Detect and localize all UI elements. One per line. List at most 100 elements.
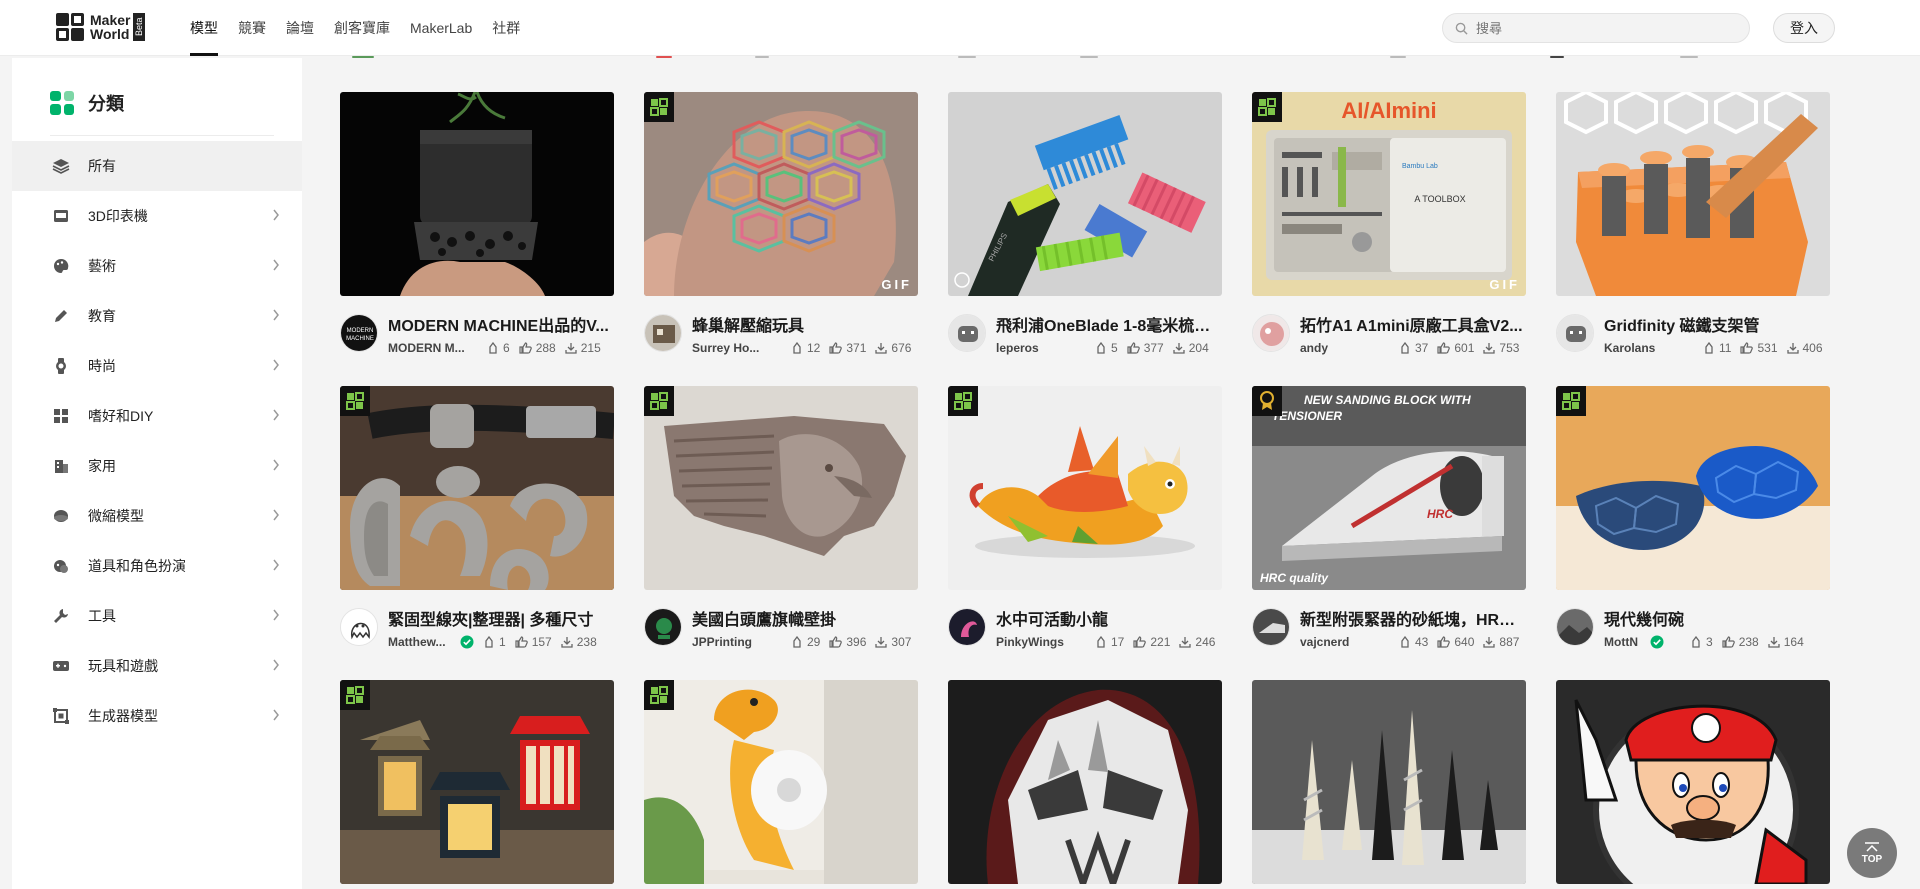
sidebar-item-toys-games[interactable]: 玩具和遊戲	[12, 641, 302, 691]
model-card[interactable]: PHILIPS 飛利浦OneBlade 1-8毫米梳子... leperos 5…	[948, 92, 1222, 356]
model-card[interactable]: 現代幾何碗 MottN 3 238 164	[1556, 386, 1830, 650]
model-thumbnail[interactable]: AI/AImini Bambu Lab A TOOLBOX GIF	[1252, 92, 1526, 296]
author-avatar[interactable]	[1252, 314, 1290, 352]
eagle-flag-image	[644, 386, 918, 590]
author-avatar[interactable]: MODERN MACHINE	[340, 314, 378, 352]
author-name[interactable]: leperos	[996, 341, 1086, 355]
author-avatar[interactable]	[1252, 608, 1290, 646]
model-title[interactable]: 現代幾何碗	[1604, 606, 1830, 630]
sanding-heading: NEW SANDING BLOCK WITH	[1304, 393, 1471, 407]
author-avatar[interactable]	[948, 314, 986, 352]
model-thumbnail[interactable]	[1556, 680, 1830, 884]
search-input[interactable]	[1476, 20, 1726, 36]
author-avatar[interactable]	[644, 314, 682, 352]
sidebar-item-art[interactable]: 藝術	[12, 241, 302, 291]
sidebar-item-fashion[interactable]: 時尚	[12, 341, 302, 391]
geometric-bowl-image	[1556, 386, 1830, 590]
login-button[interactable]: 登入	[1773, 13, 1835, 43]
nav-maker-treasury[interactable]: 創客寶庫	[334, 0, 390, 56]
sidebar-item-household[interactable]: 家用	[12, 441, 302, 491]
model-card[interactable]	[1556, 680, 1830, 884]
model-thumbnail[interactable]	[340, 92, 614, 296]
author-avatar[interactable]	[948, 608, 986, 646]
model-title[interactable]: 拓竹A1 A1mini原廠工具盒V2...	[1300, 312, 1526, 336]
author-avatar[interactable]	[1556, 608, 1594, 646]
like-count[interactable]: 601	[1437, 341, 1474, 355]
model-thumbnail[interactable]	[948, 680, 1222, 884]
print-count-value: 43	[1415, 635, 1429, 649]
author-name[interactable]: JPPrinting	[692, 635, 782, 649]
model-thumbnail[interactable]	[644, 680, 918, 884]
model-card[interactable]	[948, 680, 1222, 884]
model-card[interactable]: NEW SANDING BLOCK WITH TENSIONER HRC HRC…	[1252, 386, 1526, 650]
sidebar-item-props-cosplay[interactable]: 道具和角色扮演	[12, 541, 302, 591]
sidebar-item-all[interactable]: 所有	[12, 141, 302, 191]
nav-makerlab[interactable]: MakerLab	[410, 0, 472, 56]
model-title[interactable]: 緊固型線夾|整理器| 多種尺寸	[388, 606, 614, 630]
model-card[interactable]: AI/AImini Bambu Lab A TOOLBOX GIF 拓竹A1 A…	[1252, 92, 1526, 356]
author-name[interactable]: Matthew...	[388, 635, 458, 649]
model-thumbnail[interactable]	[340, 386, 614, 590]
logo-text: MODERN	[347, 328, 374, 334]
makerworld-logo[interactable]: Maker World Beta	[56, 13, 146, 41]
model-thumbnail[interactable]: NEW SANDING BLOCK WITH TENSIONER HRC HRC…	[1252, 386, 1526, 590]
sidebar-item-miniatures[interactable]: 微縮模型	[12, 491, 302, 541]
model-title[interactable]: 新型附張緊器的砂紙塊，HRC ...	[1300, 606, 1526, 630]
author-name[interactable]: MODERN M...	[388, 341, 478, 355]
toolbox-heading: AI/AImini	[1341, 98, 1436, 123]
model-card[interactable]: GIF 蜂巢解壓縮玩具 Surrey Ho... 12 371 676	[644, 92, 918, 356]
sidebar-item-tools[interactable]: 工具	[12, 591, 302, 641]
model-card[interactable]: 美國白頭鷹旗幟壁掛 JPPrinting 29 396 307	[644, 386, 918, 650]
model-thumbnail[interactable]	[340, 680, 614, 884]
model-thumbnail[interactable]	[948, 386, 1222, 590]
model-title[interactable]: 水中可活動小龍	[996, 606, 1222, 630]
back-to-top-button[interactable]: TOP	[1847, 828, 1897, 878]
author-name[interactable]: andy	[1300, 341, 1390, 355]
author-name[interactable]: PinkyWings	[996, 635, 1086, 649]
nav-models[interactable]: 模型	[190, 0, 218, 56]
model-card[interactable]	[644, 680, 918, 884]
model-title[interactable]: 美國白頭鷹旗幟壁掛	[692, 606, 918, 630]
model-thumbnail[interactable]: GIF	[644, 92, 918, 296]
model-thumbnail[interactable]	[1252, 680, 1526, 884]
model-card[interactable]	[340, 680, 614, 884]
model-meta: PinkyWings 17 221 246	[996, 634, 1222, 650]
search-box[interactable]	[1442, 13, 1750, 43]
sidebar-item-education[interactable]: 教育	[12, 291, 302, 341]
model-thumbnail[interactable]	[1556, 386, 1830, 590]
model-title[interactable]: MODERN MACHINE出品的V...	[388, 312, 614, 336]
model-thumbnail[interactable]	[644, 386, 918, 590]
model-card[interactable]: Gridfinity 磁鐵支架管 Karolans 11 531 406	[1556, 92, 1830, 356]
author-name[interactable]: Surrey Ho...	[692, 341, 782, 355]
like-count[interactable]: 640	[1437, 635, 1474, 649]
model-card[interactable]	[1252, 680, 1526, 884]
model-thumbnail[interactable]: PHILIPS	[948, 92, 1222, 296]
model-title[interactable]: 蜂巢解壓縮玩具	[692, 312, 918, 336]
nav-forum[interactable]: 論壇	[286, 0, 314, 56]
like-count[interactable]: 531	[1740, 341, 1778, 355]
model-card[interactable]: MODERN MACHINE MODERN MACHINE出品的V... MODE…	[340, 92, 614, 356]
sidebar-item-generators[interactable]: 生成器模型	[12, 691, 302, 741]
author-avatar[interactable]	[340, 608, 378, 646]
nav-community[interactable]: 社群	[492, 0, 520, 56]
author-avatar[interactable]	[644, 608, 682, 646]
like-count[interactable]: 371	[829, 341, 866, 355]
like-count[interactable]: 377	[1127, 341, 1164, 355]
like-count[interactable]: 238	[1722, 635, 1759, 649]
like-count[interactable]: 396	[829, 635, 866, 649]
like-count[interactable]: 288	[519, 341, 556, 355]
author-avatar[interactable]	[1556, 314, 1594, 352]
model-thumbnail[interactable]	[1556, 92, 1830, 296]
model-title[interactable]: Gridfinity 磁鐵支架管	[1604, 312, 1830, 336]
like-count[interactable]: 221	[1133, 635, 1170, 649]
sidebar-item-hobby-diy[interactable]: 嗜好和DIY	[12, 391, 302, 441]
author-name[interactable]: Karolans	[1604, 341, 1694, 355]
author-name[interactable]: vajcnerd	[1300, 635, 1390, 649]
like-count[interactable]: 157	[515, 635, 552, 649]
sidebar-item-3d-printers[interactable]: 3D印表機	[12, 191, 302, 241]
model-card[interactable]: 緊固型線夾|整理器| 多種尺寸 Matthew... 1 157 238	[340, 386, 614, 650]
author-name[interactable]: MottN	[1604, 635, 1648, 649]
nav-contests[interactable]: 競賽	[238, 0, 266, 56]
model-card[interactable]: 水中可活動小龍 PinkyWings 17 221 246	[948, 386, 1222, 650]
model-title[interactable]: 飛利浦OneBlade 1-8毫米梳子...	[996, 312, 1222, 336]
